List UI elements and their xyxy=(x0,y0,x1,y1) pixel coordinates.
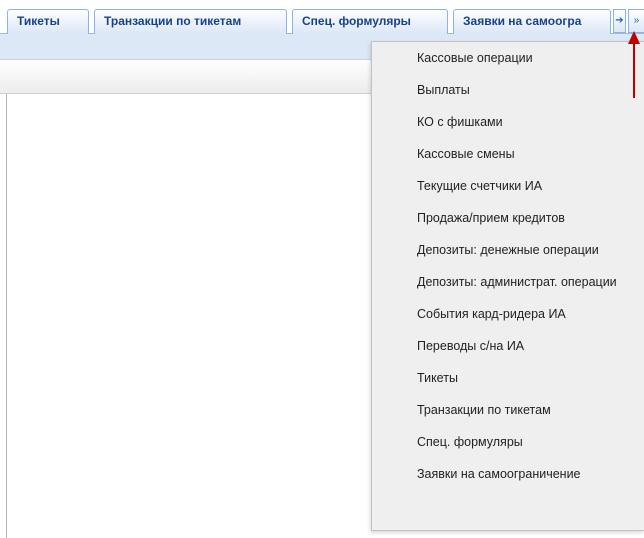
menu-item-ticket-transactions[interactable]: Транзакции по тикетам xyxy=(372,394,644,426)
menu-item-credits[interactable]: Продажа/прием кредитов xyxy=(372,202,644,234)
tab-ticket-transactions[interactable]: Транзакции по тикетам xyxy=(94,9,287,34)
content-border xyxy=(6,94,7,538)
menu-item-cash-shifts[interactable]: Кассовые смены xyxy=(372,138,644,170)
menu-item-cash-operations[interactable]: Кассовые операции xyxy=(372,42,644,74)
tab-self-restriction-requests[interactable]: Заявки на самоогра xyxy=(453,9,611,34)
annotation-arrow-icon xyxy=(628,31,640,98)
menu-item-deposit-money-operations[interactable]: Депозиты: денежные операции xyxy=(372,234,644,266)
menu-item-tickets[interactable]: Тикеты xyxy=(372,362,644,394)
menu-item-deposit-admin-operations[interactable]: Депозиты: администрат. операции xyxy=(372,266,644,298)
tab-tickets[interactable]: Тикеты xyxy=(7,9,89,34)
menu-item-self-restriction-requests[interactable]: Заявки на самоограничение xyxy=(372,458,644,490)
tab-special-forms[interactable]: Спец. формуляры xyxy=(292,9,448,34)
tab-overflow-menu: Кассовые операции Выплаты КО с фишками К… xyxy=(371,41,644,531)
menu-item-current-counters[interactable]: Текущие счетчики ИА xyxy=(372,170,644,202)
menu-item-transfers[interactable]: Переводы с/на ИА xyxy=(372,330,644,362)
menu-item-chip-cash-operations[interactable]: КО с фишками xyxy=(372,106,644,138)
menu-item-card-reader-events[interactable]: События кард-ридера ИА xyxy=(372,298,644,330)
menu-item-payouts[interactable]: Выплаты xyxy=(372,74,644,106)
menu-item-special-forms[interactable]: Спец. формуляры xyxy=(372,426,644,458)
tab-bar: Тикеты Транзакции по тикетам Спец. форму… xyxy=(0,0,644,34)
